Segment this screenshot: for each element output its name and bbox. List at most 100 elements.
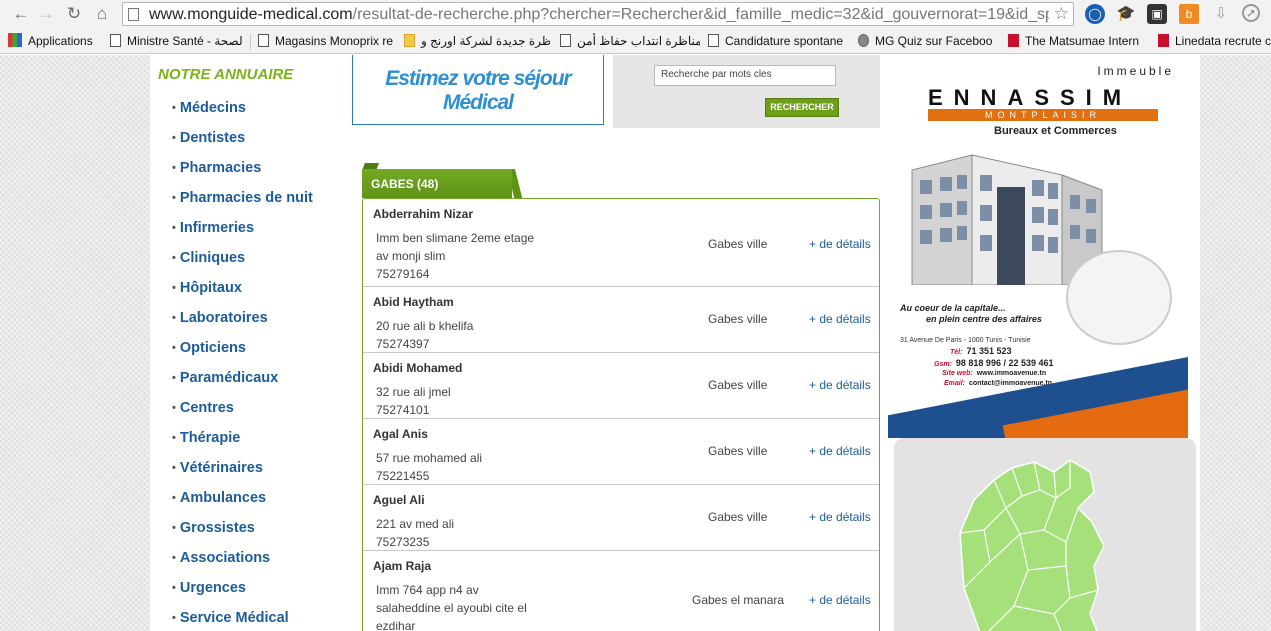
ad-website: Site web: www.immoavenue.tn bbox=[942, 370, 1047, 377]
search-button[interactable]: RECHERCHER bbox=[765, 98, 839, 117]
annuaire-link[interactable]: • Hôpitaux bbox=[172, 280, 242, 296]
result-city: Gabes ville bbox=[708, 510, 768, 524]
result-address: Imm 764 app n4 av salaheddine el ayoubi … bbox=[376, 583, 527, 631]
annuaire-link[interactable]: • Pharmacies de nuit bbox=[172, 190, 313, 206]
home-icon[interactable]: ⌂ bbox=[91, 3, 113, 25]
result-phone: 75274101 bbox=[376, 403, 430, 417]
result-city: Gabes ville bbox=[708, 237, 768, 251]
annuaire-link[interactable]: • Centres bbox=[172, 400, 234, 416]
annuaire-link[interactable]: • Cliniques bbox=[172, 250, 245, 266]
details-link[interactable]: + de détails bbox=[809, 312, 871, 326]
search-panel: Recherche par mots cles RECHERCHER bbox=[613, 55, 880, 128]
annuaire-link[interactable]: • Médecins bbox=[172, 100, 246, 116]
annuaire-link[interactable]: • Pharmacies bbox=[172, 160, 261, 176]
result-name: Abderrahim Nizar bbox=[373, 207, 474, 221]
bullet-icon: • bbox=[172, 342, 176, 354]
page-icon bbox=[110, 34, 121, 47]
graduation-cap-icon[interactable]: 🎓 bbox=[1116, 4, 1136, 24]
location-map bbox=[1066, 250, 1172, 345]
bullet-icon: • bbox=[172, 582, 176, 594]
download-icon[interactable]: ⇩ bbox=[1211, 4, 1231, 24]
compass-icon[interactable]: ➚ bbox=[1242, 4, 1260, 22]
extension-dark-icon[interactable]: ▣ bbox=[1147, 4, 1167, 24]
annuaire-link[interactable]: • Paramédicaux bbox=[172, 370, 278, 386]
result-address: 221 av med ali 75273235 bbox=[376, 517, 455, 549]
result-city: Gabes el manara bbox=[692, 593, 785, 607]
annuaire-link[interactable]: • Infirmeries bbox=[172, 220, 254, 236]
tunisia-map-widget bbox=[894, 438, 1196, 631]
bullet-icon: • bbox=[172, 162, 176, 174]
result-name: Aguel Ali bbox=[373, 493, 425, 507]
result-name: Ajam Raja bbox=[373, 559, 432, 573]
annuaire-link[interactable]: • Grossistes bbox=[172, 520, 255, 536]
result-name: Agal Anis bbox=[373, 427, 428, 441]
bullet-icon: • bbox=[172, 102, 176, 114]
bookmark-hafedh-amn[interactable]: فتح مناظرة انتداب حفاظ أمن bbox=[560, 33, 700, 50]
bookmark-orange[interactable]: مناظرة جديدة لشركة اورنج و bbox=[404, 33, 550, 50]
annuaire-link[interactable]: • Opticiens bbox=[172, 340, 246, 356]
result-city: Gabes ville bbox=[708, 378, 768, 392]
result-phone: 75274397 bbox=[376, 337, 430, 351]
bullet-icon: • bbox=[172, 432, 176, 444]
ad-tel: Tél: 71 351 523 bbox=[950, 346, 1012, 356]
bookmark-matsumae[interactable]: The Matsumae Intern bbox=[1008, 33, 1148, 50]
bullet-icon: • bbox=[172, 492, 176, 504]
result-city: Gabes ville bbox=[708, 312, 768, 326]
bookmark-star-icon[interactable]: ☆ bbox=[1054, 4, 1069, 24]
search-input[interactable]: Recherche par mots cles bbox=[654, 65, 836, 86]
bookmark-linedata[interactable]: Linedata recrute c bbox=[1158, 33, 1271, 50]
address-bar[interactable]: www.monguide-medical.com/resultat-de-rec… bbox=[122, 2, 1074, 26]
bookmark-mg-quiz[interactable]: MG Quiz sur Faceboo bbox=[858, 33, 996, 50]
annuaire-link[interactable]: • Vétérinaires bbox=[172, 460, 263, 476]
logo-icon bbox=[404, 34, 415, 47]
result-address: 57 rue mohamed ali 75221455 bbox=[376, 451, 483, 483]
banner-line-2: Médical bbox=[442, 91, 514, 114]
annuaire-link[interactable]: • Associations bbox=[172, 550, 270, 566]
back-icon[interactable]: ← bbox=[10, 3, 32, 25]
ad-address: 31 Avenue De Paris - 1000 Tunis - Tunisi… bbox=[900, 337, 1031, 344]
result-address: Imm ben slimane 2eme etage av monji slim… bbox=[376, 231, 535, 281]
bullet-icon: • bbox=[172, 192, 176, 204]
annuaire-link[interactable]: • Dentistes bbox=[172, 130, 245, 146]
details-link[interactable]: + de détails bbox=[809, 444, 871, 458]
sejour-banner[interactable]: Estimez votre séjour Médical bbox=[352, 55, 604, 125]
bullet-icon: • bbox=[172, 282, 176, 294]
result-name: Abid Haytham bbox=[373, 295, 454, 309]
extension-orange-icon[interactable]: b bbox=[1179, 4, 1199, 24]
bullet-icon: • bbox=[172, 552, 176, 564]
annuaire-title: NOTRE ANNUAIRE bbox=[158, 66, 294, 83]
result-city: Gabes ville bbox=[708, 444, 768, 458]
result-address: 20 rue ali b khelifa 75274397 bbox=[376, 319, 474, 351]
bookmark-ministre-sante[interactable]: Ministre Santé - الصحة bbox=[110, 33, 243, 50]
bullet-icon: • bbox=[172, 252, 176, 264]
annuaire-link[interactable]: • Thérapie bbox=[172, 430, 240, 446]
result-row: Agal Anis 57 rue mohamed ali 75221455 Ga… bbox=[363, 419, 879, 485]
page-icon bbox=[708, 34, 719, 47]
bookmark-candidature[interactable]: Candidature spontane bbox=[708, 33, 848, 50]
details-link[interactable]: + de détails bbox=[809, 378, 871, 392]
ad-tagline-1: Au coeur de la capitale... bbox=[900, 303, 1006, 313]
tunisia-map[interactable] bbox=[894, 438, 1196, 631]
bullet-icon: • bbox=[172, 132, 176, 144]
bullet-icon: • bbox=[172, 612, 176, 624]
details-link[interactable]: + de détails bbox=[809, 510, 871, 524]
details-link[interactable]: + de détails bbox=[809, 593, 871, 607]
apps-grid-icon bbox=[8, 33, 22, 47]
details-link[interactable]: + de détails bbox=[809, 237, 871, 251]
bookmark-applications[interactable]: Applications bbox=[8, 33, 98, 50]
extension-globe-icon[interactable]: ◯ bbox=[1085, 4, 1105, 24]
reload-icon[interactable]: ↻ bbox=[63, 3, 85, 25]
page-icon bbox=[560, 34, 571, 47]
result-row: Ajam Raja Imm 764 app n4 av salaheddine … bbox=[363, 551, 879, 631]
bullet-icon: • bbox=[172, 522, 176, 534]
annuaire-link[interactable]: • Service Médical bbox=[172, 610, 289, 626]
ad-gsm: Gsm: 98 818 996 / 22 539 461 bbox=[934, 358, 1054, 368]
result-name: Abidi Mohamed bbox=[373, 361, 463, 375]
forward-icon[interactable]: → bbox=[35, 3, 57, 25]
annuaire-link[interactable]: • Urgences bbox=[172, 580, 246, 596]
ennassim-ad[interactable]: Immeuble ENNASSIM MONTPLAISIR Bureaux et… bbox=[888, 55, 1188, 438]
annuaire-link[interactable]: • Laboratoires bbox=[172, 310, 268, 326]
annuaire-link[interactable]: • Ambulances bbox=[172, 490, 266, 506]
bookmark-monoprix[interactable]: Magasins Monoprix re bbox=[258, 33, 396, 50]
results-list: Abderrahim Nizar Imm ben slimane 2eme et… bbox=[362, 198, 880, 631]
